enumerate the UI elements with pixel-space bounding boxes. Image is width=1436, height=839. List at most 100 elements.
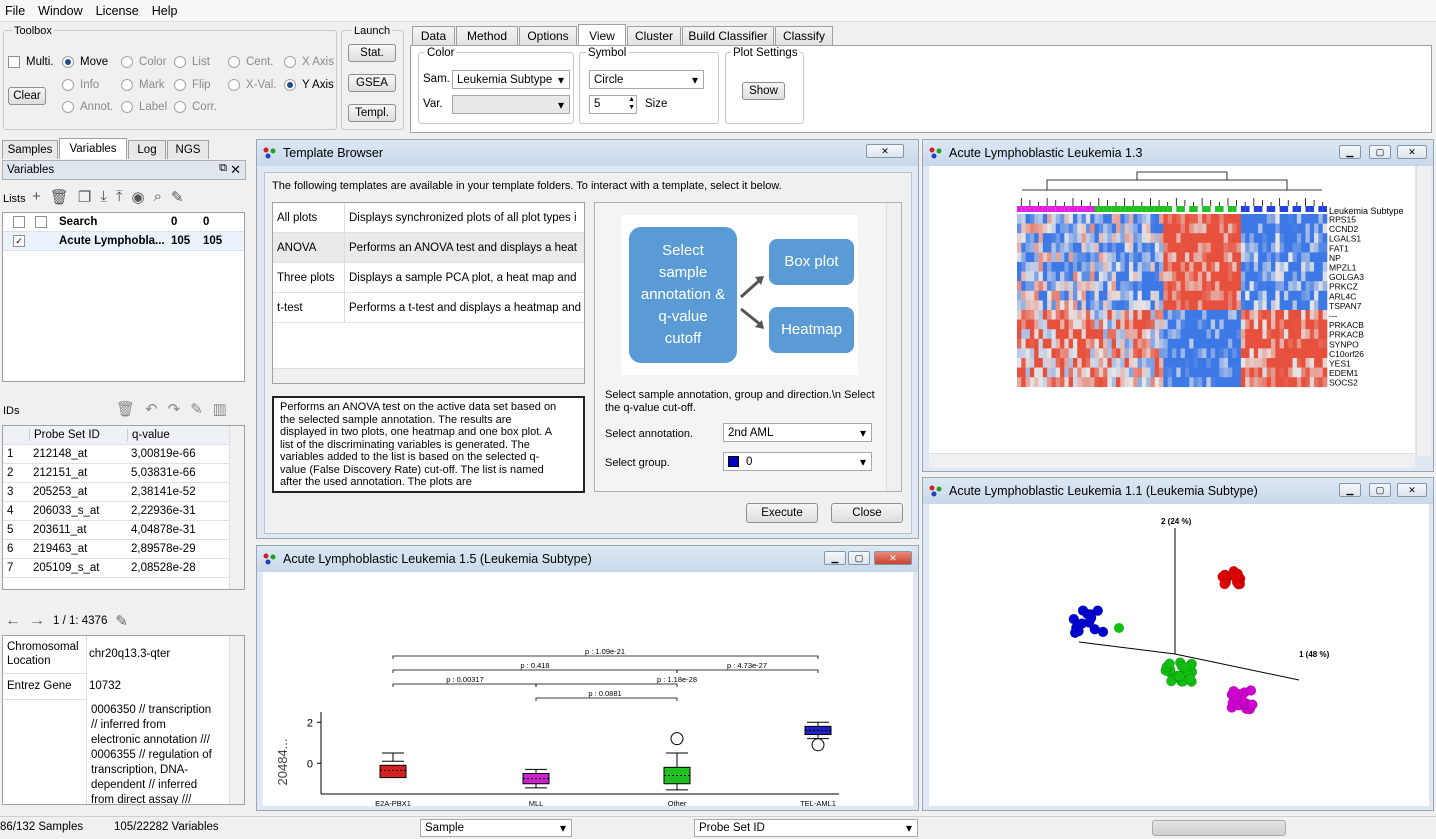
close-icon[interactable]: ✕ xyxy=(1397,145,1427,159)
maximize-icon[interactable]: ▢ xyxy=(1369,145,1391,159)
tab-variables[interactable]: Variables xyxy=(59,138,127,159)
group-select[interactable]: 0 xyxy=(723,452,872,471)
radio-list[interactable]: List xyxy=(174,56,210,68)
tab-samples[interactable]: Samples xyxy=(2,140,58,159)
size-spinner[interactable]: 5 ▲ ▼ xyxy=(589,95,637,114)
template-list-hscroll[interactable] xyxy=(273,368,584,383)
tab-method[interactable]: Method xyxy=(456,26,518,45)
heatmap-hscroll[interactable] xyxy=(929,453,1415,468)
templ-button[interactable]: Templ. xyxy=(348,104,396,122)
search-icon[interactable]: ⌕ xyxy=(154,188,162,206)
stat-button[interactable]: Stat. xyxy=(348,44,396,62)
tab-cluster[interactable]: Cluster xyxy=(627,26,681,45)
radio-y-axis[interactable]: Y Axis xyxy=(284,79,334,91)
radio-flip[interactable]: Flip xyxy=(174,79,211,91)
radio-label[interactable]: Label xyxy=(121,101,167,113)
maximize-icon[interactable]: ▢ xyxy=(1369,483,1391,497)
close-icon[interactable]: ✕ xyxy=(874,551,912,565)
tab-data[interactable]: Data xyxy=(412,26,455,45)
heatmap-cell xyxy=(1219,271,1224,282)
info-scrollbar[interactable] xyxy=(229,636,244,804)
tab-log[interactable]: Log xyxy=(128,140,166,159)
table-row[interactable]: 7 205109_s_at 2,08528e-28 xyxy=(3,559,244,578)
probe-label-select[interactable]: Probe Set ID xyxy=(694,819,918,837)
table-row[interactable]: 6 219463_at 2,89578e-29 xyxy=(3,540,244,559)
tab-build-classifier[interactable]: Build Classifier xyxy=(682,26,774,45)
redo-icon[interactable]: ↷ xyxy=(168,400,181,418)
annotation-select[interactable]: 2nd AML xyxy=(723,423,872,442)
edit-icon[interactable]: ✎ xyxy=(190,400,203,418)
heatmap-vscroll[interactable] xyxy=(1416,166,1431,456)
gene-label: FAT1 xyxy=(1329,243,1349,253)
venn-icon[interactable]: ◉ xyxy=(132,188,145,206)
multi-checkbox[interactable]: Multi. xyxy=(8,56,53,68)
tab-ngs[interactable]: NGS xyxy=(167,140,209,159)
minimize-icon[interactable]: ▁ xyxy=(1339,145,1361,159)
back-icon[interactable]: ← xyxy=(5,612,21,630)
delete-icon[interactable]: 🗑 xyxy=(50,188,69,206)
close-icon[interactable]: ✕ xyxy=(1397,483,1427,497)
heatmap-cell xyxy=(1141,367,1147,378)
minimize-icon[interactable]: ▁ xyxy=(1339,483,1361,497)
radio-color[interactable]: Color xyxy=(121,56,166,68)
template-row[interactable]: t-test Performs a t-test and displays a h… xyxy=(273,292,584,323)
radio-x-axis[interactable]: X Axis xyxy=(284,56,334,68)
radio-cent[interactable]: Cent. xyxy=(228,56,274,68)
maximize-icon[interactable]: ▢ xyxy=(848,551,870,565)
heatmap-cell xyxy=(1068,348,1074,359)
edit-icon[interactable]: ✎ xyxy=(115,612,128,630)
table-row[interactable]: 4 206033_s_at 2,22936e-31 xyxy=(3,502,244,521)
gsea-button[interactable]: GSEA xyxy=(348,74,396,92)
menu-help[interactable]: Help xyxy=(147,4,186,18)
symbol-select[interactable]: Circle xyxy=(589,70,704,89)
execute-button[interactable]: Execute xyxy=(746,503,818,523)
radio-annot[interactable]: Annot. xyxy=(62,101,113,113)
close-icon[interactable]: ✕ xyxy=(230,162,241,178)
tab-classify[interactable]: Classify xyxy=(775,26,833,45)
close-button[interactable]: Close xyxy=(831,503,903,523)
undo-icon[interactable]: ↶ xyxy=(145,400,158,418)
add-list-icon[interactable]: + xyxy=(32,188,41,206)
table-row[interactable]: 1 212148_at 3,00819e-66 xyxy=(3,445,244,464)
template-row[interactable]: All plots Displays synchronized plots of … xyxy=(273,202,584,233)
list-item[interactable]: ✓ Acute Lymphobla... 105 105 xyxy=(3,232,244,251)
forward-icon[interactable]: → xyxy=(29,612,45,630)
sam-select[interactable]: Leukemia Subtype xyxy=(452,70,570,89)
detail-scrollbar[interactable] xyxy=(886,203,901,491)
template-row[interactable]: ANOVA Performs an ANOVA test and displays… xyxy=(273,232,584,263)
menu-license[interactable]: License xyxy=(91,4,147,18)
heatmap-cell xyxy=(1296,290,1302,301)
sample-label-select[interactable]: Sample xyxy=(420,819,572,837)
table-row[interactable]: 2 212151_at 5,03831e-66 xyxy=(3,464,244,483)
radio-corr[interactable]: Corr. xyxy=(174,101,217,113)
copy-icon[interactable]: ❐ xyxy=(78,188,91,206)
table-row[interactable]: 5 203611_at 4,04878e-31 xyxy=(3,521,244,540)
undock-icon[interactable]: ⧉ xyxy=(219,162,227,175)
ids-scrollbar[interactable] xyxy=(229,426,244,589)
delete-icon[interactable]: 🗑 xyxy=(116,400,135,418)
heatmap-cell xyxy=(1163,367,1168,378)
radio-info[interactable]: Info xyxy=(62,79,99,91)
menu-file[interactable]: File xyxy=(0,4,33,18)
export-icon[interactable]: ⤒ xyxy=(116,188,123,206)
minimize-icon[interactable]: ▁ xyxy=(824,551,846,565)
heatmap-cell xyxy=(1111,233,1117,244)
list-item[interactable]: Search 0 0 xyxy=(3,213,244,232)
tab-options[interactable]: Options xyxy=(519,26,577,45)
heatmap-cell xyxy=(1223,252,1229,263)
clear-button[interactable]: Clear xyxy=(8,87,46,105)
menu-window[interactable]: Window xyxy=(33,4,90,18)
tab-view[interactable]: View xyxy=(578,24,626,46)
radio-move[interactable]: Move xyxy=(62,56,108,68)
close-icon[interactable]: ✕ xyxy=(866,144,904,158)
show-button[interactable]: Show xyxy=(742,82,785,100)
radio-x-val[interactable]: X-Val. xyxy=(228,79,276,91)
columns-icon[interactable]: ▥ xyxy=(213,400,227,418)
template-row[interactable]: Three plots Displays a sample PCA plot, a… xyxy=(273,262,584,293)
var-select[interactable] xyxy=(452,95,570,114)
edit-icon[interactable]: ✎ xyxy=(171,188,184,206)
radio-mark[interactable]: Mark xyxy=(121,79,165,91)
table-row[interactable]: 3 205253_at 2,38141e-52 xyxy=(3,483,244,502)
heatmap-cell xyxy=(1249,271,1255,282)
import-icon[interactable]: ⤓ xyxy=(100,188,107,206)
